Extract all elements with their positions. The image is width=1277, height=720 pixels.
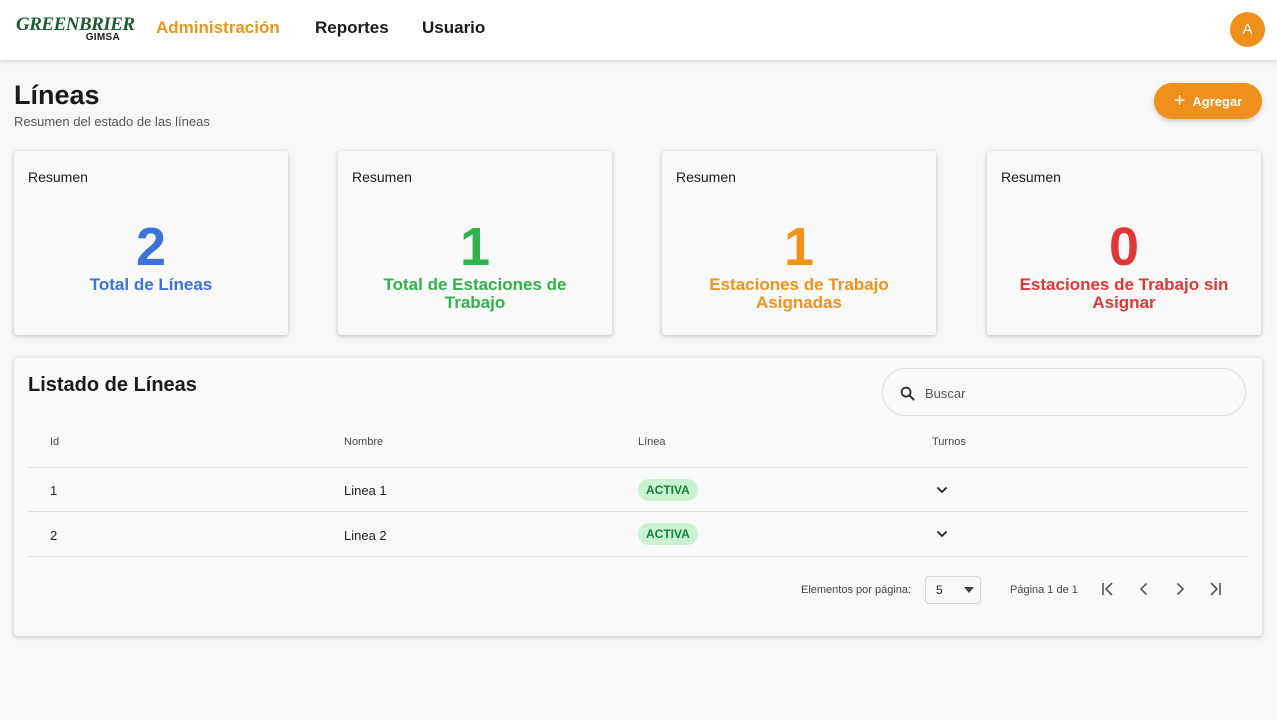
row-name: Linea 1 bbox=[344, 483, 387, 498]
nav-item-administracion[interactable]: Administración bbox=[156, 18, 280, 38]
card-caption: Total de Estaciones de Trabajo bbox=[383, 275, 567, 312]
card-caption: Estaciones de Trabajo Asignadas bbox=[709, 275, 889, 312]
page-subtitle: Resumen del estado de las líneas bbox=[14, 114, 210, 129]
table-divider bbox=[28, 467, 1248, 468]
column-header-id[interactable]: Id bbox=[50, 436, 59, 448]
plus-icon: + bbox=[1173, 90, 1186, 112]
table-divider bbox=[28, 556, 1248, 557]
card-value: 1 bbox=[459, 217, 491, 277]
card-label: Resumen bbox=[1001, 169, 1061, 185]
search-icon bbox=[900, 386, 915, 401]
card-label: Resumen bbox=[352, 169, 412, 185]
card-label: Resumen bbox=[28, 169, 88, 185]
chevron-down-icon[interactable] bbox=[935, 527, 949, 541]
caret-down-icon bbox=[964, 587, 974, 593]
add-button[interactable]: + Agregar bbox=[1154, 83, 1262, 119]
lines-table-card: Listado de Líneas Id Nombre Línea Turnos… bbox=[14, 358, 1262, 636]
card-value: 2 bbox=[135, 217, 167, 277]
summary-card-assigned-workstations: Resumen 1 Estaciones de Trabajo Asignada… bbox=[662, 151, 936, 335]
summary-card-unassigned-workstations: Resumen 0 Estaciones de Trabajo sin Asig… bbox=[987, 151, 1261, 335]
card-value: 0 bbox=[1108, 217, 1140, 277]
chevron-right-icon[interactable] bbox=[1171, 580, 1189, 598]
logo-subtitle: GIMSA bbox=[85, 32, 120, 43]
nav-item-reportes[interactable]: Reportes bbox=[315, 18, 389, 38]
search-input[interactable] bbox=[923, 382, 1227, 404]
add-button-label: Agregar bbox=[1192, 93, 1243, 109]
items-per-page-label: Elementos por página: bbox=[801, 584, 912, 596]
row-id: 2 bbox=[50, 528, 58, 543]
table-divider bbox=[28, 511, 1248, 512]
chevron-down-icon[interactable] bbox=[935, 483, 949, 497]
column-header-nombre[interactable]: Nombre bbox=[344, 436, 383, 448]
summary-card-total-lines: Resumen 2 Total de Líneas bbox=[14, 151, 288, 335]
status-badge: ACTIVA bbox=[638, 523, 698, 545]
greenbrier-gimsa-logo[interactable]: GREENBRIER GIMSA bbox=[16, 14, 135, 46]
user-avatar[interactable]: A bbox=[1230, 12, 1265, 47]
card-value: 1 bbox=[783, 217, 815, 277]
first-page-icon[interactable] bbox=[1099, 580, 1117, 598]
nav-item-usuario[interactable]: Usuario bbox=[422, 18, 485, 38]
row-name: Linea 2 bbox=[344, 528, 387, 543]
column-header-linea[interactable]: Línea bbox=[638, 436, 666, 448]
chevron-left-icon[interactable] bbox=[1135, 580, 1153, 598]
table-title: Listado de Líneas bbox=[28, 374, 197, 396]
card-caption: Estaciones de Trabajo sin Asignar bbox=[1019, 275, 1229, 312]
search-box[interactable] bbox=[882, 368, 1246, 416]
summary-card-total-workstations: Resumen 1 Total de Estaciones de Trabajo bbox=[338, 151, 612, 335]
page-info: Página 1 de 1 bbox=[1010, 584, 1078, 596]
page-title: Líneas bbox=[14, 80, 100, 110]
column-header-turnos[interactable]: Turnos bbox=[932, 436, 966, 448]
row-id: 1 bbox=[50, 483, 58, 498]
last-page-icon[interactable] bbox=[1206, 580, 1224, 598]
items-per-page-select[interactable]: 5 bbox=[925, 576, 981, 604]
top-navigation-bar: GREENBRIER GIMSA Administración Reportes… bbox=[0, 0, 1277, 60]
card-caption: Total de Líneas bbox=[89, 275, 213, 294]
card-label: Resumen bbox=[676, 169, 736, 185]
status-badge: ACTIVA bbox=[638, 479, 698, 501]
items-per-page-value: 5 bbox=[936, 583, 943, 597]
